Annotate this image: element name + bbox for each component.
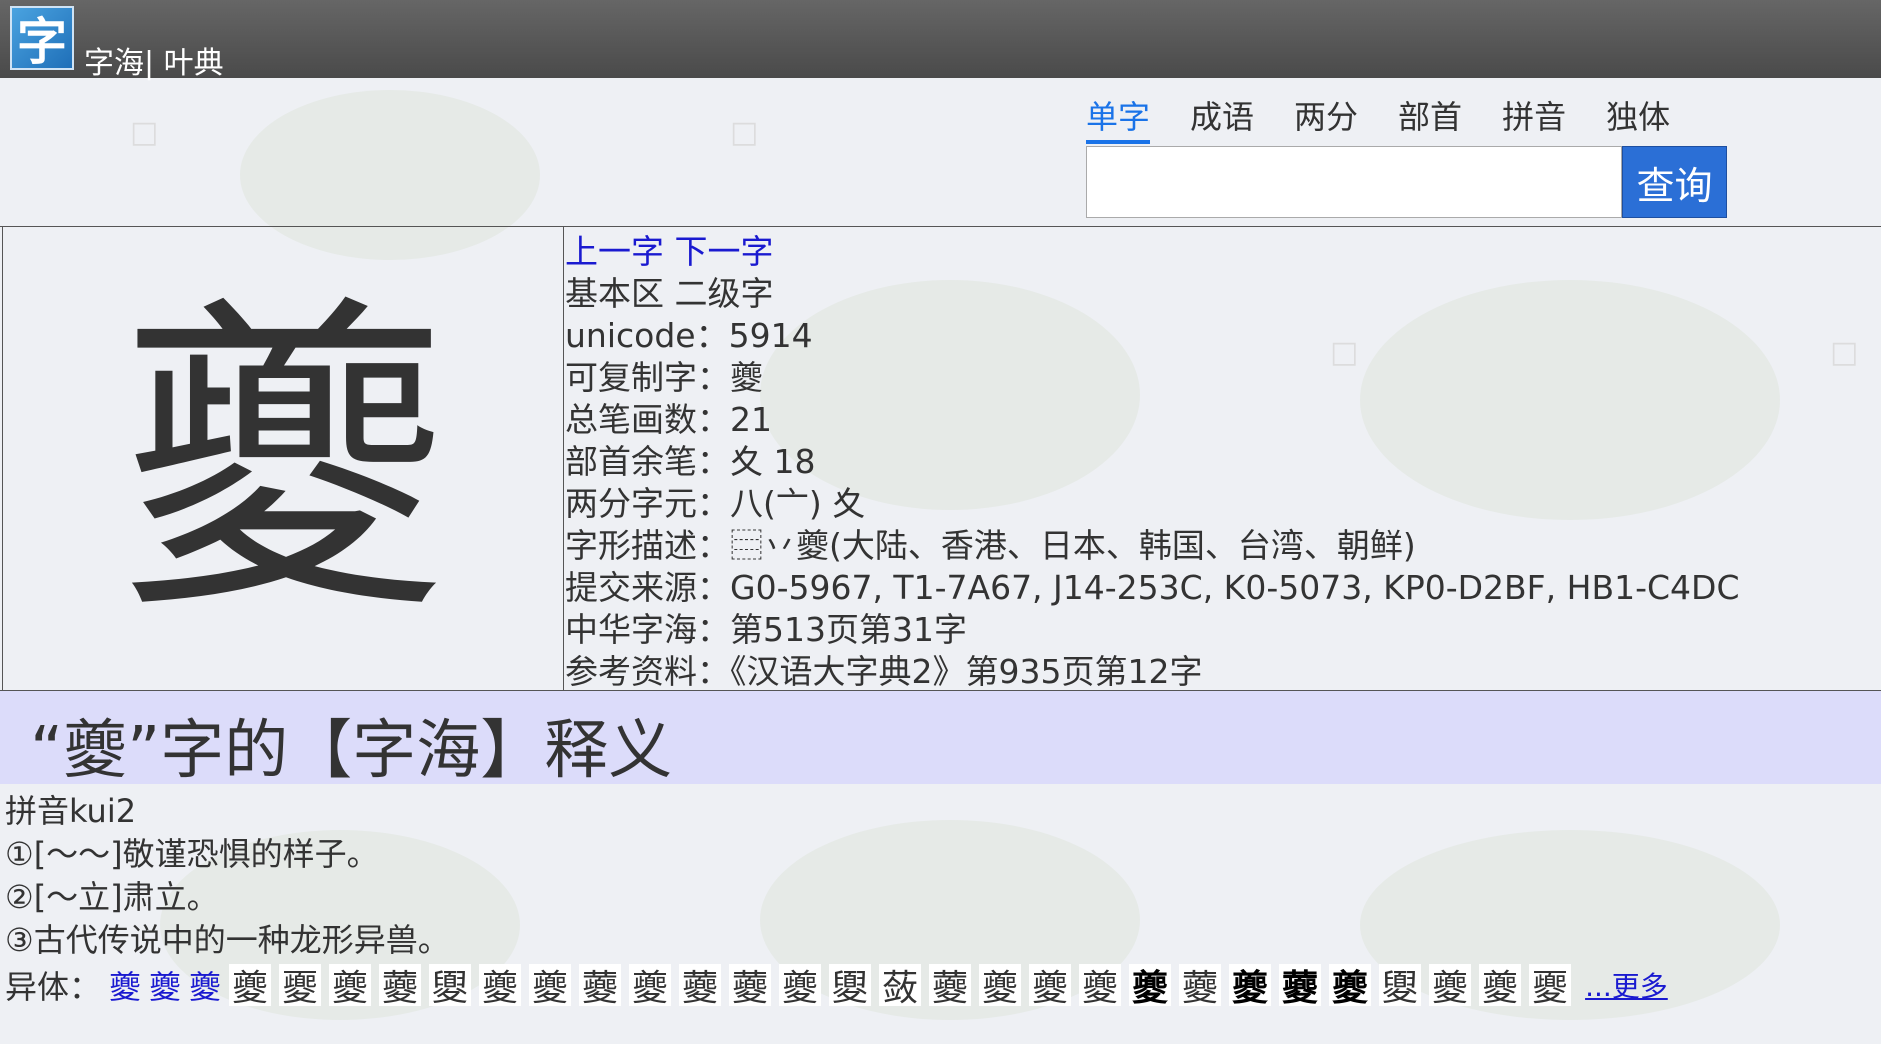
app-title: 字海| 叶典 bbox=[84, 46, 224, 81]
definition-sense-3: ③古代传说中的一种龙形异兽。 bbox=[5, 921, 450, 959]
variant-link[interactable]: 夔 bbox=[109, 962, 141, 1008]
definition-title: “夔”字的【字海】释义 bbox=[30, 714, 673, 788]
tab-pinyin[interactable]: 拼音 bbox=[1502, 92, 1566, 144]
search-button[interactable]: 查询 bbox=[1622, 146, 1727, 218]
variant-image[interactable]: 夔 bbox=[1129, 964, 1172, 1009]
background-watermark-glyph: □ bbox=[730, 115, 759, 150]
variant-image[interactable]: 蔹 bbox=[879, 964, 922, 1009]
detail-zhonghua-zihai: 中华字海：第513页第31字 bbox=[565, 610, 967, 649]
background-watermark-glyph: □ bbox=[130, 115, 159, 150]
variant-forms-row: 异体： 夔 夔 夔 夔 夒 夔 蘷 夓 夔 夔 蘷 夔 蘷 蘷 夔 夓 蔹 蘷 … bbox=[5, 962, 1668, 1009]
character-info-panel: 夔 上一字 下一字 基本区 二级字 unicode：5914 可复制字：夔 总笔… bbox=[0, 226, 1881, 691]
tab-idiom[interactable]: 成语 bbox=[1190, 92, 1254, 144]
detail-references: 参考资料：《汉语大字典2》第935页第12字 bbox=[565, 652, 1203, 691]
next-char-link[interactable]: 下一字 bbox=[675, 232, 774, 271]
char-navigation: 上一字 下一字 bbox=[565, 231, 1739, 273]
variant-image[interactable]: 夔 bbox=[1229, 964, 1272, 1009]
prev-char-link[interactable]: 上一字 bbox=[565, 232, 664, 271]
detail-radical-strokes: 部首余笔：夊 18 bbox=[565, 442, 816, 481]
variant-image[interactable]: 夔 bbox=[979, 964, 1022, 1009]
search-mode-tabs: 单字 成语 两分 部首 拼音 独体 bbox=[1086, 92, 1710, 144]
detail-stroke-count: 总笔画数：21 bbox=[565, 400, 772, 439]
variant-image[interactable]: 夔 bbox=[1029, 964, 1072, 1009]
variant-image[interactable]: 夔 bbox=[1329, 964, 1372, 1009]
variant-image[interactable]: 蘷 bbox=[729, 964, 772, 1009]
definition-header: “夔”字的【字海】释义 bbox=[0, 691, 1881, 788]
definition-pinyin: 拼音kui2 bbox=[5, 792, 137, 830]
variant-image[interactable]: 蘷 bbox=[379, 964, 422, 1009]
more-variants-link[interactable]: ...更多 bbox=[1585, 965, 1668, 1005]
variant-image[interactable]: 夒 bbox=[279, 964, 322, 1009]
detail-copyable-char: 可复制字：夔 bbox=[565, 358, 763, 397]
variant-link[interactable]: 夔 bbox=[189, 962, 221, 1008]
detail-block-level: 基本区 二级字 bbox=[565, 274, 774, 313]
variant-image[interactable]: 夔 bbox=[479, 964, 522, 1009]
variant-image[interactable]: 夔 bbox=[329, 964, 372, 1009]
large-glyph-box: 夔 bbox=[2, 227, 564, 691]
variant-image[interactable]: 夔 bbox=[1429, 964, 1472, 1009]
detail-sources: 提交来源：G0-5967, T1-7A67, J14-253C, K0-5073… bbox=[565, 568, 1740, 607]
variant-image[interactable]: 夔 bbox=[779, 964, 822, 1009]
variant-image[interactable]: 夓 bbox=[829, 964, 872, 1009]
variant-image[interactable]: 夓 bbox=[429, 964, 472, 1009]
variant-image[interactable]: 夔 bbox=[1479, 964, 1522, 1009]
character-details: 上一字 下一字 基本区 二级字 unicode：5914 可复制字：夔 总笔画数… bbox=[565, 231, 1739, 693]
variant-image[interactable]: 夔 bbox=[529, 964, 572, 1009]
large-glyph: 夔 bbox=[119, 270, 449, 654]
variant-image[interactable]: 蘷 bbox=[679, 964, 722, 1009]
detail-unicode: unicode：5914 bbox=[565, 316, 813, 355]
app-logo-icon[interactable]: 字 bbox=[10, 6, 74, 71]
variant-image[interactable]: 夓 bbox=[1379, 964, 1422, 1009]
detail-shape-description: 字形描述：⿳丷夔(大陆、香港、日本、韩国、台湾、朝鲜) bbox=[565, 526, 1416, 565]
variant-image[interactable]: 蘷 bbox=[1179, 964, 1222, 1009]
tab-two-part[interactable]: 两分 bbox=[1294, 92, 1358, 144]
title-bar: 字 字海| 叶典 bbox=[0, 0, 1881, 81]
definition-body: 拼音kui2 ①[～～]敬谨恐惧的样子。 ②[～立]肃立。 ③古代传说中的一种龙… bbox=[5, 790, 450, 962]
variant-image[interactable]: 蘷 bbox=[929, 964, 972, 1009]
detail-two-part-components: 两分字元：八(亠) 夊 bbox=[565, 484, 866, 523]
variants-label: 异体： bbox=[5, 968, 102, 1006]
variant-image[interactable]: 夒 bbox=[1529, 964, 1572, 1009]
variant-image[interactable]: 夔 bbox=[629, 964, 672, 1009]
tab-radical[interactable]: 部首 bbox=[1398, 92, 1462, 144]
definition-sense-2: ②[～立]肃立。 bbox=[5, 878, 219, 916]
definition-sense-1: ①[～～]敬谨恐惧的样子。 bbox=[5, 835, 379, 873]
variant-image[interactable]: 夔 bbox=[229, 964, 272, 1009]
tab-single-char[interactable]: 单字 bbox=[1086, 92, 1151, 144]
tab-single-component[interactable]: 独体 bbox=[1606, 92, 1670, 144]
variant-image[interactable]: 蘷 bbox=[1279, 964, 1322, 1009]
variant-image[interactable]: 蘷 bbox=[579, 964, 622, 1009]
search-input[interactable] bbox=[1086, 146, 1622, 218]
variant-image[interactable]: 夔 bbox=[1079, 964, 1122, 1009]
variant-link[interactable]: 夔 bbox=[149, 962, 181, 1008]
